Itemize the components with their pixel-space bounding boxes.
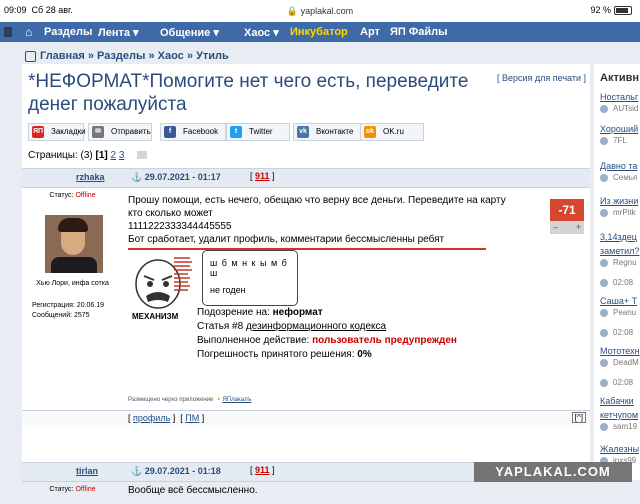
post-footer: [ профиль ] [ ПМ ] [^] [22, 410, 590, 425]
post-number[interactable]: [ 911 ] [250, 465, 275, 475]
post-number[interactable]: [ 911 ] [250, 171, 275, 181]
list-item[interactable]: Давно та Семья [600, 161, 637, 182]
nav-item-feed[interactable]: Лента ▾ [98, 26, 139, 39]
list-item-time: 02:08 [600, 326, 633, 337]
list-item[interactable]: заметил? Regnu [600, 246, 639, 267]
list-item-time: 02:08 [600, 376, 633, 387]
battery-icon [614, 6, 632, 16]
author-status: Статус: Offline [49, 486, 96, 493]
main-content: *НЕФОРМАТ*Помогите нет чего есть, переве… [22, 64, 590, 496]
home-icon[interactable]: ⌂ [25, 25, 32, 39]
rage-face-image [130, 254, 196, 312]
breadcrumb-util[interactable]: Утиль [196, 50, 229, 62]
post-author[interactable]: rzhaka [76, 172, 105, 182]
post-rating: -71 – + [550, 199, 584, 235]
nav-item-sections[interactable]: Разделы [44, 26, 92, 38]
page-link-3[interactable]: 3 [119, 150, 125, 161]
post-author-panel: Статус: Offline Хью Лори, инфа сотка Рег… [22, 187, 123, 407]
pagination: Страницы: (3) [1] 2 3 [28, 150, 148, 161]
list-item[interactable]: Мототехн DeadM [600, 346, 640, 367]
mail-icon: ✉ [92, 126, 104, 138]
nav-item-art[interactable]: Арт [360, 26, 380, 38]
scroll-up-button[interactable]: [^] [571, 412, 586, 423]
list-item[interactable]: Кабачки [600, 396, 634, 406]
rating-plus[interactable]: + [576, 221, 581, 234]
post-datetime: ⚓ 29.07.2021 - 01:18 [131, 466, 221, 476]
post-body: Вообще всё бессмысленно. [128, 485, 258, 496]
breadcrumb: Главная » Разделы » Хаос » Утиль [25, 50, 229, 62]
moderation-facts: Подозрение на: неформат Статья #8 дезинф… [197, 307, 457, 360]
breadcrumb-icon [25, 50, 36, 62]
vkontakte-button[interactable]: vk Вконтакте [293, 123, 361, 141]
author-caption: Хью Лори, инфа сотка [36, 280, 109, 287]
avatar[interactable] [45, 215, 103, 273]
page-title: *НЕФОРМАТ*Помогите нет чего есть, переве… [28, 71, 469, 115]
address-bar[interactable]: 🔒 yaplakal.com [0, 6, 640, 17]
twitter-button[interactable]: t Twitter [226, 123, 290, 141]
active-topics-header: Активн [600, 72, 640, 84]
nav-item-chaos[interactable]: Хаос ▾ [244, 26, 279, 39]
battery-indicator: 92 % [590, 5, 632, 16]
main-nav: ⌂ Разделы Лента ▾ Общение ▾ Хаос ▾ Инкуб… [0, 22, 640, 42]
post-body: Прошу помощи, есть нечего, обещаю что ве… [128, 195, 506, 245]
okru-button[interactable]: ok OK.ru [360, 123, 424, 141]
speech-bubble: ш б м н к ы м б ш не годен [202, 250, 298, 306]
nav-item-incubator[interactable]: Инкубатор [290, 26, 348, 38]
pages-menu-icon[interactable] [137, 151, 148, 160]
codex-link[interactable]: дезинформационного кодекса [246, 321, 386, 332]
facebook-icon: f [164, 126, 176, 138]
meme-label: МЕХАНИЗМ [132, 312, 179, 321]
list-item[interactable]: Ностальг AUTsid [600, 92, 638, 113]
nav-edge [4, 27, 12, 37]
red-underline [128, 248, 486, 250]
list-item-time: 02:08 [600, 276, 633, 287]
breadcrumb-sections[interactable]: Разделы [97, 50, 145, 62]
profile-link[interactable]: профиль [133, 413, 170, 423]
list-item[interactable]: Из жизни mrPitk [600, 196, 638, 217]
list-item[interactable]: 3,14здец [600, 232, 637, 242]
app-link[interactable]: ЯПлакалъ [223, 397, 252, 403]
list-item[interactable]: кетчупом sam19 [600, 410, 638, 431]
app-note: Размещено через приложение 🔸ЯПлакалъ [128, 397, 252, 403]
site-watermark: YAPLAKAL.COM [474, 462, 632, 482]
yp-icon: ЯП [32, 126, 44, 138]
facebook-button[interactable]: f Facebook [160, 123, 226, 141]
vk-icon: vk [297, 126, 309, 138]
pm-link[interactable]: ПМ [185, 413, 199, 423]
breadcrumb-chaos[interactable]: Хаос [158, 50, 184, 62]
author-status: Статус: Offline [49, 192, 96, 199]
ok-icon: ok [364, 126, 376, 138]
nav-item-files[interactable]: ЯП Файлы [390, 26, 448, 38]
active-topics-panel: Активн Ностальг AUTsid Хороший 7FL Давно т… [594, 64, 640, 480]
post-header: rzhaka ⚓ 29.07.2021 - 01:17 [ 911 ] [22, 168, 590, 188]
list-item[interactable]: Хороший 7FL [600, 124, 638, 145]
author-stats: Регистрация: 20.06.19 Сообщений: 2575 [32, 302, 105, 319]
bookmarks-button[interactable]: ЯП Закладки [28, 123, 86, 141]
rating-minus[interactable]: – [553, 221, 558, 234]
post-author-panel: Статус: Offline [22, 484, 123, 504]
page-link-2[interactable]: 2 [111, 150, 117, 161]
post-author[interactable]: tirlan [76, 466, 98, 476]
status-bar: 09:09 Сб 28 авг. 🔒 yaplakal.com 92 % [0, 0, 640, 22]
send-button[interactable]: ✉ Отправить [88, 123, 152, 141]
breadcrumb-home[interactable]: Главная [40, 50, 85, 62]
twitter-icon: t [230, 126, 242, 138]
nav-item-communication[interactable]: Общение ▾ [160, 26, 219, 39]
print-version-link[interactable]: [ Версия для печати ] [497, 73, 586, 83]
list-item[interactable]: Саша+ Т Peanu [600, 296, 637, 317]
post-datetime: ⚓ 29.07.2021 - 01:17 [131, 172, 221, 182]
